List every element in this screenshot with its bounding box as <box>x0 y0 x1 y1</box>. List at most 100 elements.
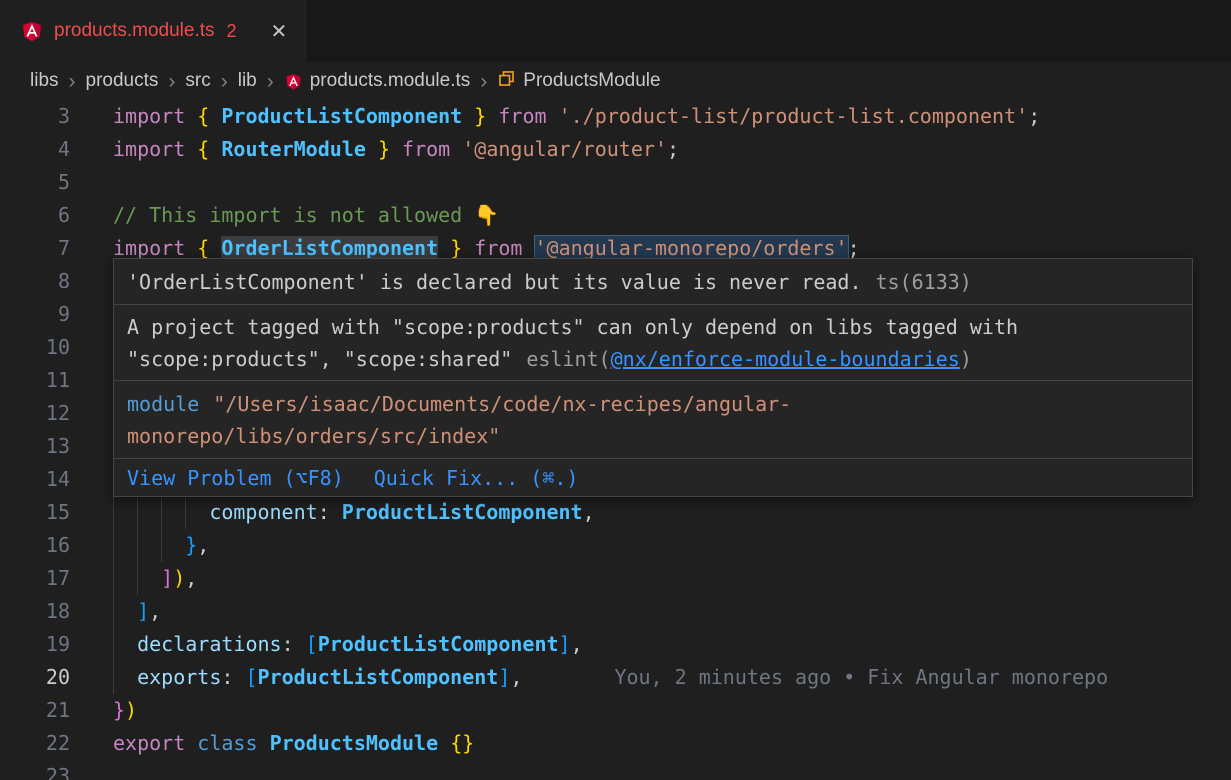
code-line-16[interactable]: 16}, <box>0 529 1231 562</box>
code-line-4[interactable]: 4import { RouterModule } from '@angular/… <box>0 133 1231 166</box>
code-token: : <box>318 500 342 524</box>
code-token <box>185 236 197 260</box>
line-number[interactable]: 19 <box>0 628 70 661</box>
code-token: ] <box>559 632 571 656</box>
code-token <box>258 731 270 755</box>
code-editor[interactable]: 3import { ProductListComponent } from '.… <box>0 100 1231 780</box>
quick-fix-action[interactable]: Quick Fix... (⌘.) <box>374 462 579 494</box>
line-number[interactable]: 7 <box>0 232 70 265</box>
eslint-rule-link[interactable]: @nx/enforce-module-boundaries <box>611 347 960 371</box>
code-token <box>462 104 474 128</box>
code-token: : <box>221 665 245 689</box>
view-problem-action[interactable]: View Problem (⌥F8) <box>127 462 344 494</box>
line-number[interactable]: 17 <box>0 562 70 595</box>
code-token: from <box>474 236 522 260</box>
code-line-23[interactable]: 23 <box>0 760 1231 780</box>
code-line-19[interactable]: 19declarations: [ProductListComponent], <box>0 628 1231 661</box>
diagnostic-ts-message: 'OrderListComponent' is declared but its… <box>114 259 1192 305</box>
indent-guide <box>137 562 161 595</box>
tab-products-module[interactable]: products.module.ts 2 ✕ <box>0 0 306 62</box>
breadcrumb-item-lib[interactable]: lib <box>238 70 257 92</box>
ts-error-text: 'OrderListComponent' is declared but its… <box>127 266 862 298</box>
code-line-6[interactable]: 6 // This import is not allowed 👇 <box>0 199 1231 232</box>
code-token: } <box>185 533 197 557</box>
code-token: // This import is not allowed 👇 <box>113 203 499 227</box>
indent-guide <box>161 496 185 529</box>
breadcrumb-item-file[interactable]: products.module.ts <box>284 70 471 92</box>
code-token: from <box>402 137 450 161</box>
breadcrumb-item-products[interactable]: products <box>86 70 159 92</box>
code-token: { <box>197 104 209 128</box>
code-line-21[interactable]: 21}) <box>0 694 1231 727</box>
code-text: ]), <box>113 562 1231 595</box>
line-number[interactable]: 15 <box>0 496 70 529</box>
module-path-line1: "/Users/isaac/Documents/code/nx-recipes/… <box>213 392 791 416</box>
code-token: ] <box>161 566 173 590</box>
code-line-18[interactable]: 18], <box>0 595 1231 628</box>
module-path-line2: monorepo/libs/orders/src/index" <box>127 424 500 448</box>
line-number[interactable]: 3 <box>0 100 70 133</box>
code-token <box>366 137 378 161</box>
code-token: ) <box>173 566 185 590</box>
code-token <box>390 137 402 161</box>
code-line-17[interactable]: 17]), <box>0 562 1231 595</box>
indent-guide <box>185 496 209 529</box>
code-token: ] <box>498 665 510 689</box>
line-number[interactable]: 16 <box>0 529 70 562</box>
code-token: ] <box>137 599 149 623</box>
line-number[interactable]: 12 <box>0 397 70 430</box>
line-number[interactable]: 18 <box>0 595 70 628</box>
code-line-15[interactable]: 15 component: ProductListComponent, <box>0 496 1231 529</box>
code-token <box>209 137 221 161</box>
code-token: ProductsModule <box>270 731 439 755</box>
line-number[interactable]: 5 <box>0 166 70 199</box>
code-token: } <box>474 104 486 128</box>
code-token <box>209 104 221 128</box>
line-number[interactable]: 6 <box>0 199 70 232</box>
close-icon[interactable]: ✕ <box>271 19 288 44</box>
angular-icon <box>284 72 303 91</box>
code-token: , <box>571 632 583 656</box>
code-line-5[interactable]: 5 <box>0 166 1231 199</box>
code-token <box>185 104 197 128</box>
indent-guide <box>113 661 137 694</box>
hover-module-info: module"/Users/isaac/Documents/code/nx-re… <box>114 381 1192 459</box>
line-number[interactable]: 13 <box>0 430 70 463</box>
line-number[interactable]: 20 <box>0 661 70 694</box>
code-line-3[interactable]: 3import { ProductListComponent } from '.… <box>0 100 1231 133</box>
ts-error-code: ts(6133) <box>876 266 972 298</box>
code-line-22[interactable]: 22 export class ProductsModule {} <box>0 727 1231 760</box>
line-number[interactable]: 9 <box>0 298 70 331</box>
code-token: [ <box>306 632 318 656</box>
code-text: export class ProductsModule {} <box>113 727 1231 760</box>
code-token: { <box>197 137 209 161</box>
code-token: export <box>113 731 185 755</box>
breadcrumb-item-src[interactable]: src <box>185 70 210 92</box>
code-line-20[interactable]: 20exports: [ProductListComponent],You, 2… <box>0 661 1231 694</box>
indent-guide <box>137 496 161 529</box>
line-number[interactable]: 4 <box>0 133 70 166</box>
line-number[interactable]: 8 <box>0 265 70 298</box>
code-token: exports <box>137 665 221 689</box>
code-text: component: ProductListComponent, <box>113 496 1231 529</box>
eslint-source-open: eslint( <box>526 347 610 371</box>
code-token <box>522 236 534 260</box>
problems-badge: 2 <box>227 21 237 42</box>
code-text <box>113 760 1231 780</box>
line-number[interactable]: 10 <box>0 331 70 364</box>
breadcrumb-item-symbol[interactable]: ProductsModule <box>497 69 660 94</box>
code-token: import <box>113 104 185 128</box>
code-text: ], <box>113 595 1231 628</box>
eslint-source-close: ) <box>960 347 972 371</box>
breadcrumb-item-libs[interactable]: libs <box>30 70 59 92</box>
indent-guide <box>161 529 185 562</box>
breadcrumb-symbol-label: ProductsModule <box>523 70 660 92</box>
line-number[interactable]: 23 <box>0 760 70 780</box>
line-number[interactable]: 14 <box>0 463 70 496</box>
tab-label: products.module.ts <box>54 20 215 42</box>
line-number[interactable]: 21 <box>0 694 70 727</box>
code-token: RouterModule <box>221 137 366 161</box>
code-token: from <box>498 104 546 128</box>
line-number[interactable]: 11 <box>0 364 70 397</box>
line-number[interactable]: 22 <box>0 727 70 760</box>
